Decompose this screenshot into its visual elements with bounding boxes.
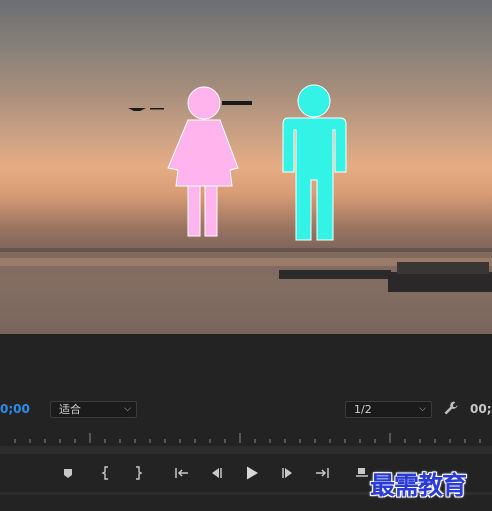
time-ruler[interactable] bbox=[0, 429, 492, 445]
add-marker-button[interactable] bbox=[58, 463, 78, 483]
playback-resolution-value: 1/2 bbox=[354, 403, 372, 416]
playback-resolution-dropdown[interactable]: 1/2 ⌵ bbox=[345, 401, 432, 418]
play-icon bbox=[247, 466, 258, 480]
mark-out-icon bbox=[136, 466, 143, 480]
watermark-logo: 最需教育 bbox=[370, 471, 467, 500]
program-monitor-viewer bbox=[0, 0, 492, 334]
lift-icon bbox=[356, 468, 368, 477]
play-button[interactable] bbox=[242, 463, 262, 483]
wrench-icon[interactable] bbox=[443, 400, 459, 416]
playhead-timecode[interactable]: 0;00 bbox=[0, 402, 30, 416]
duration-timecode: 00; bbox=[470, 402, 492, 416]
go-to-in-icon bbox=[175, 468, 188, 478]
chevron-down-icon: ⌵ bbox=[419, 404, 426, 414]
male-figure bbox=[282, 84, 347, 241]
go-to-out-button[interactable] bbox=[312, 463, 332, 483]
video-frame bbox=[0, 84, 492, 334]
step-back-icon bbox=[212, 468, 222, 478]
mark-out-button[interactable] bbox=[128, 463, 148, 483]
marker-icon bbox=[64, 469, 72, 478]
mark-in-button[interactable] bbox=[96, 463, 116, 483]
go-to-in-button[interactable] bbox=[172, 463, 192, 483]
lift-button[interactable] bbox=[352, 463, 372, 483]
female-figure bbox=[167, 86, 239, 237]
ruler-track bbox=[0, 446, 492, 454]
go-to-out-icon bbox=[316, 468, 329, 478]
fit-zoom-value: 适合 bbox=[59, 403, 81, 416]
mark-in-icon bbox=[101, 466, 108, 480]
fit-zoom-dropdown[interactable]: 适合 ⌵ bbox=[50, 401, 137, 418]
chevron-down-icon: ⌵ bbox=[124, 404, 131, 414]
step-forward-button[interactable] bbox=[278, 463, 298, 483]
step-back-button[interactable] bbox=[206, 463, 226, 483]
step-forward-icon bbox=[282, 468, 292, 478]
